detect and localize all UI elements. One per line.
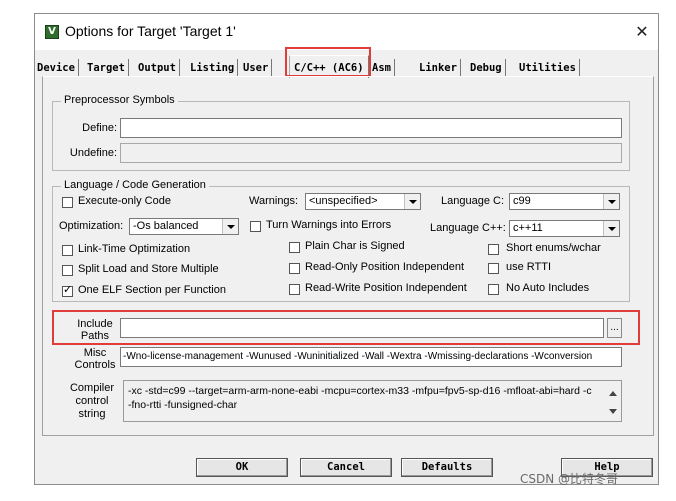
language-cpp-value: c++11	[513, 222, 543, 234]
language-c-value: c99	[513, 195, 531, 207]
keil-app-icon: V	[45, 25, 59, 39]
language-cpp-label: Language C++:	[430, 222, 506, 234]
ok-button[interactable]: OK	[196, 458, 288, 477]
warnings-value: <unspecified>	[309, 195, 378, 207]
tab-debug[interactable]: Debug	[470, 59, 506, 77]
compiler-control-string: -xc -std=c99 --target=arm-arm-none-eabi …	[123, 380, 622, 422]
optimization-value: -Os balanced	[133, 220, 199, 232]
split-load-checkbox[interactable]	[62, 265, 73, 276]
warnings-label: Warnings:	[249, 195, 299, 207]
chevron-down-icon	[404, 194, 420, 209]
rwpi-label: Read-Write Position Independent	[305, 282, 467, 294]
misc-label-1: Misc	[83, 347, 107, 359]
rtti-label: use RTTI	[506, 261, 552, 273]
compiler-control-line-1: -xc -std=c99 --target=arm-arm-none-eabi …	[128, 385, 592, 397]
warnings-select[interactable]: <unspecified>	[305, 193, 421, 210]
execute-only-checkbox[interactable]	[62, 197, 73, 208]
defaults-button[interactable]: Defaults	[401, 458, 493, 477]
active-tab-highlight	[285, 47, 371, 77]
misc-label-2: Controls	[74, 359, 116, 371]
optimization-label: Optimization:	[59, 220, 124, 232]
include-paths-highlight	[52, 310, 640, 345]
tab-listing[interactable]: Listing	[190, 59, 239, 77]
compiler-label-2: control	[75, 395, 109, 407]
scroll-up-icon[interactable]	[609, 391, 617, 397]
language-c-label: Language C:	[441, 195, 504, 207]
tab-linker[interactable]: Linker	[419, 59, 461, 77]
short-enums-label: Short enums/wchar	[506, 242, 601, 254]
turn-warnings-checkbox[interactable]	[250, 221, 261, 232]
plain-char-label: Plain Char is Signed	[305, 240, 405, 252]
cancel-button[interactable]: Cancel	[300, 458, 392, 477]
optimization-select[interactable]: -Os balanced	[129, 218, 239, 235]
split-load-label: Split Load and Store Multiple	[78, 263, 219, 275]
compiler-control-line-2: -fno-rtti -funsigned-char	[128, 399, 238, 411]
scroll-down-icon[interactable]	[609, 409, 617, 415]
one-elf-label: One ELF Section per Function	[78, 284, 226, 296]
tab-device[interactable]: Device	[37, 59, 79, 77]
misc-controls-input[interactable]: -Wno-license-management -Wunused -Wunini…	[120, 347, 622, 367]
watermark: CSDN @比特冬哥	[520, 472, 619, 486]
title-bar: V Options for Target 'Target 1' ✕	[35, 14, 658, 50]
no-auto-includes-label: No Auto Includes	[506, 282, 590, 294]
tab-target[interactable]: Target	[87, 59, 129, 77]
rtti-checkbox[interactable]	[488, 263, 499, 274]
chevron-down-icon	[222, 219, 238, 234]
tab-user[interactable]: User	[243, 59, 273, 77]
tab-utilities[interactable]: Utilities	[519, 59, 580, 77]
turn-warnings-label: Turn Warnings into Errors	[266, 219, 392, 231]
tab-output[interactable]: Output	[138, 59, 180, 77]
ropi-checkbox[interactable]	[289, 263, 300, 274]
compiler-label-3: string	[78, 408, 106, 420]
tab-asm[interactable]: Asm	[372, 59, 395, 77]
rwpi-checkbox[interactable]	[289, 284, 300, 295]
ropi-label: Read-Only Position Independent	[305, 261, 464, 273]
language-c-select[interactable]: c99	[509, 193, 620, 210]
no-auto-includes-checkbox[interactable]	[488, 284, 499, 295]
window-title: Options for Target 'Target 1'	[65, 23, 236, 39]
one-elf-checkbox[interactable]	[62, 284, 73, 297]
language-cpp-select[interactable]: c++11	[509, 220, 620, 237]
chevron-down-icon	[603, 194, 619, 209]
undefine-label: Undefine:	[69, 147, 117, 159]
execute-only-label: Execute-only Code	[78, 195, 171, 207]
undefine-input[interactable]	[120, 143, 622, 163]
preprocessor-legend: Preprocessor Symbols	[61, 94, 178, 106]
lto-checkbox[interactable]	[62, 245, 73, 256]
define-label: Define:	[82, 122, 117, 134]
define-input[interactable]	[120, 118, 622, 138]
plain-char-checkbox[interactable]	[289, 242, 300, 253]
short-enums-checkbox[interactable]	[488, 244, 499, 255]
compiler-label-1: Compiler	[69, 382, 114, 394]
close-icon[interactable]: ✕	[631, 21, 653, 43]
lto-label: Link-Time Optimization	[78, 243, 191, 255]
chevron-down-icon	[603, 221, 619, 236]
language-legend: Language / Code Generation	[61, 179, 209, 191]
options-dialog: V Options for Target 'Target 1' ✕ Device…	[34, 13, 659, 485]
